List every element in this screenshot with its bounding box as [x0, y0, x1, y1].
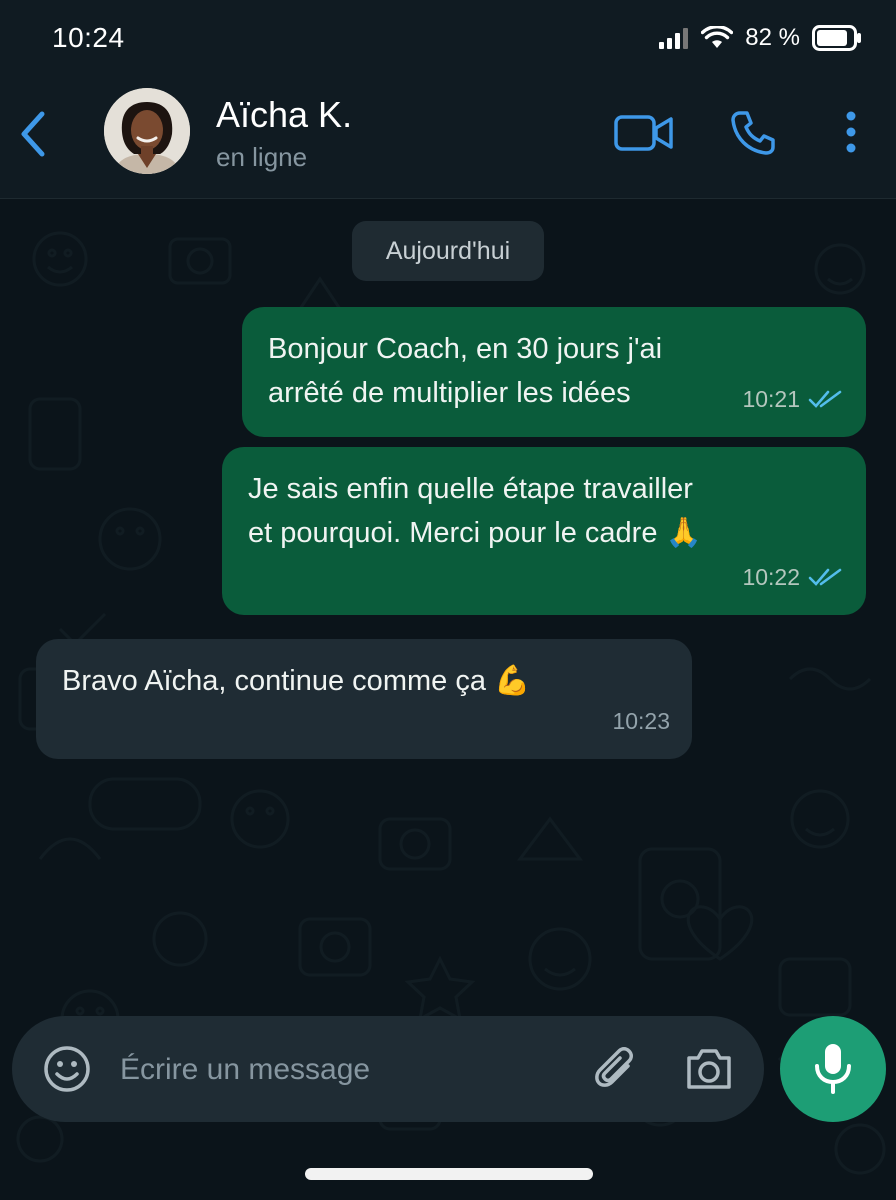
- date-chip: Aujourd'hui: [352, 221, 544, 281]
- avatar-portrait: [104, 88, 190, 174]
- battery-percent: 82 %: [745, 24, 800, 51]
- message-line: et pourquoi. Merci pour le cadre 🙏: [248, 517, 702, 549]
- message-bubble-outgoing[interactable]: Bonjour Coach, en 30 jours j'ai arrêté d…: [242, 307, 866, 437]
- message-bubble-outgoing[interactable]: Je sais enfin quelle étape travailler et…: [222, 447, 866, 615]
- wifi-icon: [701, 26, 734, 48]
- message-time: 10:21: [742, 386, 800, 412]
- battery-icon: [812, 25, 861, 51]
- avatar[interactable]: [104, 88, 190, 174]
- message-bubble-incoming[interactable]: Bravo Aïcha, continue comme ça 💪 10:23: [36, 639, 692, 759]
- message-composer: [12, 1016, 764, 1122]
- status-time: 10:24: [52, 22, 125, 53]
- message-time: 10:22: [742, 564, 800, 590]
- contact-name[interactable]: Aïcha K.: [216, 94, 352, 136]
- message-text: Bonjour Coach, en 30 jours j'ai arrêté d…: [268, 327, 662, 415]
- back-chevron-icon[interactable]: [16, 108, 52, 160]
- status-bar: 10:24 82 %: [0, 0, 896, 80]
- message-text: Je sais enfin quelle étape travailler et…: [248, 467, 702, 555]
- microphone-icon: [815, 1044, 851, 1094]
- camera-icon[interactable]: [684, 1046, 734, 1092]
- message-meta: 10:21: [742, 377, 842, 421]
- microphone-button[interactable]: [780, 1016, 886, 1122]
- message-line: Je sais enfin quelle étape travailler: [248, 473, 693, 505]
- video-call-icon[interactable]: [614, 114, 674, 152]
- phone-icon[interactable]: [730, 110, 776, 156]
- message-meta: 10:22: [742, 555, 842, 599]
- home-indicator[interactable]: [305, 1168, 593, 1180]
- message-text: Bravo Aïcha, continue comme ça 💪: [62, 659, 530, 703]
- message-line: Bravo Aïcha, continue comme ça 💪: [62, 665, 531, 697]
- message-meta: 10:23: [612, 699, 670, 743]
- chat-header: Aïcha K. en ligne: [0, 80, 896, 199]
- double-check-icon: [808, 568, 842, 586]
- more-vertical-icon[interactable]: [842, 110, 860, 154]
- signal-icon: [659, 28, 689, 49]
- emoji-icon[interactable]: [42, 1044, 92, 1094]
- status-indicators: 82 %: [659, 24, 862, 52]
- message-input[interactable]: [118, 1044, 562, 1096]
- message-time: 10:23: [612, 708, 670, 734]
- message-line: arrêté de multiplier les idées: [268, 377, 631, 409]
- double-check-icon: [808, 390, 842, 408]
- contact-status: en ligne: [216, 142, 308, 172]
- paperclip-icon[interactable]: [592, 1044, 642, 1094]
- message-line: Bonjour Coach, en 30 jours j'ai: [268, 333, 663, 365]
